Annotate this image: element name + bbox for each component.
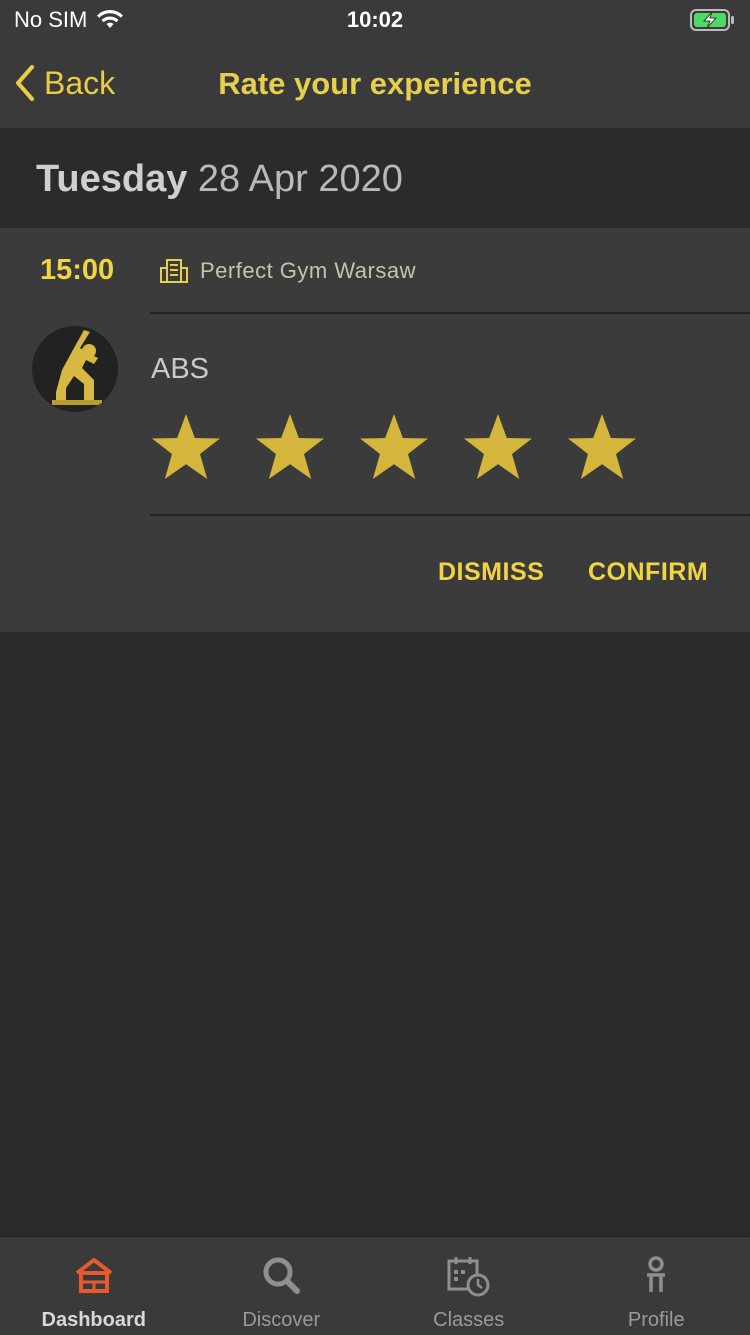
tab-profile[interactable]: Profile	[563, 1237, 750, 1335]
session-location: Perfect Gym Warsaw	[160, 258, 416, 284]
status-time: 10:02	[0, 7, 750, 33]
star-icon-1[interactable]	[148, 411, 224, 487]
rating-card: 15:00 Perfect Gym Warsaw ABS DISMISS CON…	[0, 228, 750, 632]
tab-discover[interactable]: Discover	[188, 1237, 376, 1335]
star-rating[interactable]	[148, 411, 668, 487]
session-time: 15:00	[40, 254, 114, 287]
star-icon-2[interactable]	[252, 411, 328, 487]
star-icon-3[interactable]	[356, 411, 432, 487]
battery-charging-icon	[690, 8, 736, 32]
person-icon	[635, 1255, 677, 1295]
tab-label: Discover	[188, 1309, 376, 1332]
tab-label: Dashboard	[0, 1309, 188, 1332]
navigation-bar: Back Rate your experience	[0, 40, 750, 128]
session-weekday: Tuesday	[36, 158, 187, 200]
house-icon	[73, 1255, 115, 1295]
status-bar: No SIM 10:02	[0, 0, 750, 40]
session-calendar-date: 28 Apr 2020	[198, 158, 403, 200]
divider	[150, 514, 750, 516]
page-title: Rate your experience	[0, 66, 750, 102]
tab-dashboard[interactable]: Dashboard	[0, 1237, 188, 1335]
class-avatar	[32, 326, 118, 412]
date-header: Tuesday 28 Apr 2020	[0, 128, 750, 228]
session-date: Tuesday 28 Apr 2020	[36, 158, 403, 201]
building-icon	[160, 258, 188, 284]
stretching-figure-icon	[32, 326, 118, 412]
dismiss-button[interactable]: DISMISS	[438, 558, 544, 587]
tab-label: Profile	[563, 1309, 750, 1332]
tab-classes[interactable]: Classes	[375, 1237, 563, 1335]
calendar-clock-icon	[446, 1255, 492, 1299]
tab-label: Classes	[375, 1309, 563, 1332]
star-icon-4[interactable]	[460, 411, 536, 487]
location-label: Perfect Gym Warsaw	[200, 258, 416, 284]
confirm-button[interactable]: CONFIRM	[588, 558, 708, 587]
divider	[150, 312, 750, 314]
search-icon	[260, 1255, 302, 1295]
tab-bar: Dashboard Discover Classes Profile	[0, 1236, 750, 1335]
star-icon-5[interactable]	[564, 411, 640, 487]
class-name: ABS	[151, 353, 209, 386]
